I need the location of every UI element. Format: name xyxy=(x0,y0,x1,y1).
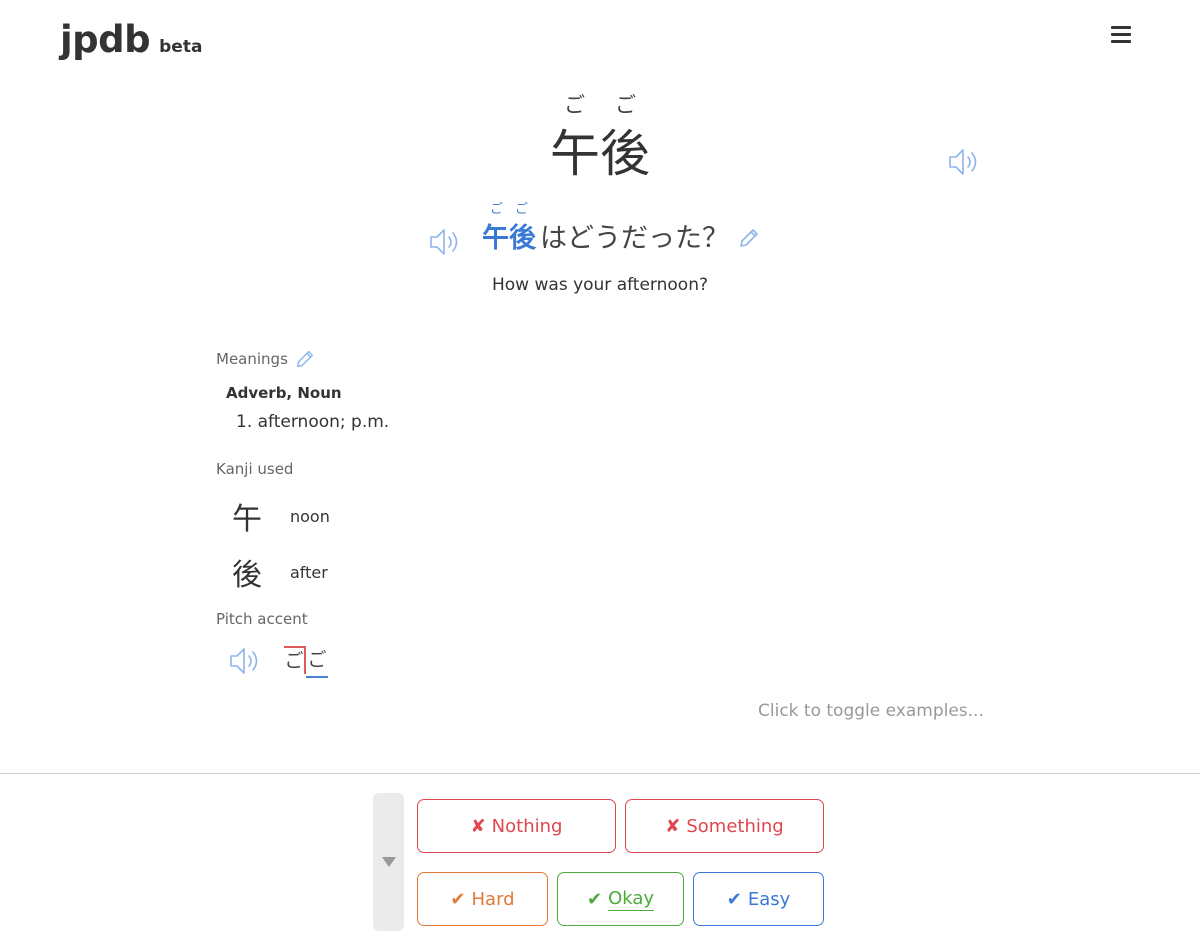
logo-text: jpdb xyxy=(60,18,151,61)
logo-beta-tag: beta xyxy=(159,37,203,57)
speaker-icon[interactable] xyxy=(947,146,981,178)
grade-something-button[interactable]: ✘ Something xyxy=(625,799,824,853)
grade-hard-label: Hard xyxy=(471,888,515,910)
cross-icon: ✘ xyxy=(665,815,681,837)
kanji-char: 後 xyxy=(232,558,262,593)
footer-divider xyxy=(0,773,1200,774)
chevron-down-icon xyxy=(382,857,396,867)
meaning-item: 1. afternoon; p.m. xyxy=(236,412,390,432)
grade-something-label: Something xyxy=(686,815,784,837)
grade-okay-label: Okay xyxy=(608,887,655,911)
grade-easy-button[interactable]: ✔ Easy xyxy=(693,872,824,926)
sentence-target-kanji: 午後 xyxy=(482,223,536,254)
grade-easy-label: Easy xyxy=(747,888,791,910)
pitch-accent-label: Pitch accent xyxy=(216,610,308,628)
word-furigana: ごご xyxy=(564,93,666,117)
sentence-translation: How was your afternoon? xyxy=(492,275,708,295)
sentence-speaker-icon[interactable] xyxy=(428,226,462,258)
header: jpdb beta xyxy=(0,0,1200,80)
kanji-keyword: noon xyxy=(290,506,330,526)
pitch-mora-low: ご xyxy=(306,644,328,678)
part-of-speech: Adverb, Noun xyxy=(226,384,342,402)
word-spelling: 午後 xyxy=(550,125,650,183)
meanings-label: Meanings xyxy=(216,350,288,368)
kanji-used-label: Kanji used xyxy=(216,460,294,478)
logo[interactable]: jpdb beta xyxy=(60,18,202,61)
pencil-icon[interactable] xyxy=(294,348,316,370)
toggle-examples-link[interactable]: Click to toggle examples... xyxy=(758,701,984,721)
sentence-rest: はどうだった？ xyxy=(540,223,730,254)
grade-nothing-button[interactable]: ✘ Nothing xyxy=(417,799,616,853)
grade-nothing-label: Nothing xyxy=(491,815,563,837)
pitch-accent: ご ご xyxy=(228,644,328,678)
pitch-diagram: ご ご xyxy=(284,644,328,678)
hamburger-menu-icon[interactable] xyxy=(1108,26,1134,46)
pitch-speaker-icon[interactable] xyxy=(228,645,262,677)
grade-hard-button[interactable]: ✔ Hard xyxy=(417,872,548,926)
pencil-icon[interactable] xyxy=(737,226,761,250)
meanings-heading: Meanings xyxy=(216,348,316,370)
check-icon: ✔ xyxy=(726,888,742,910)
kanji-char: 午 xyxy=(232,502,262,537)
vocabulary-word: ごご 午後 xyxy=(0,88,1200,186)
kanji-keyword: after xyxy=(290,562,328,582)
kanji-item[interactable]: 午 noon xyxy=(232,494,330,538)
grade-okay-button[interactable]: ✔ Okay xyxy=(557,872,684,926)
cross-icon: ✘ xyxy=(470,815,486,837)
pitch-mora-high: ご xyxy=(284,646,306,674)
collapse-grading-tab[interactable] xyxy=(373,793,404,931)
kanji-item[interactable]: 後 after xyxy=(232,550,328,594)
sentence-target-furigana: ごご xyxy=(490,202,541,217)
check-icon: ✔ xyxy=(586,888,603,910)
check-icon: ✔ xyxy=(450,888,466,910)
sentence-target-word: ごご 午後 xyxy=(478,200,540,258)
